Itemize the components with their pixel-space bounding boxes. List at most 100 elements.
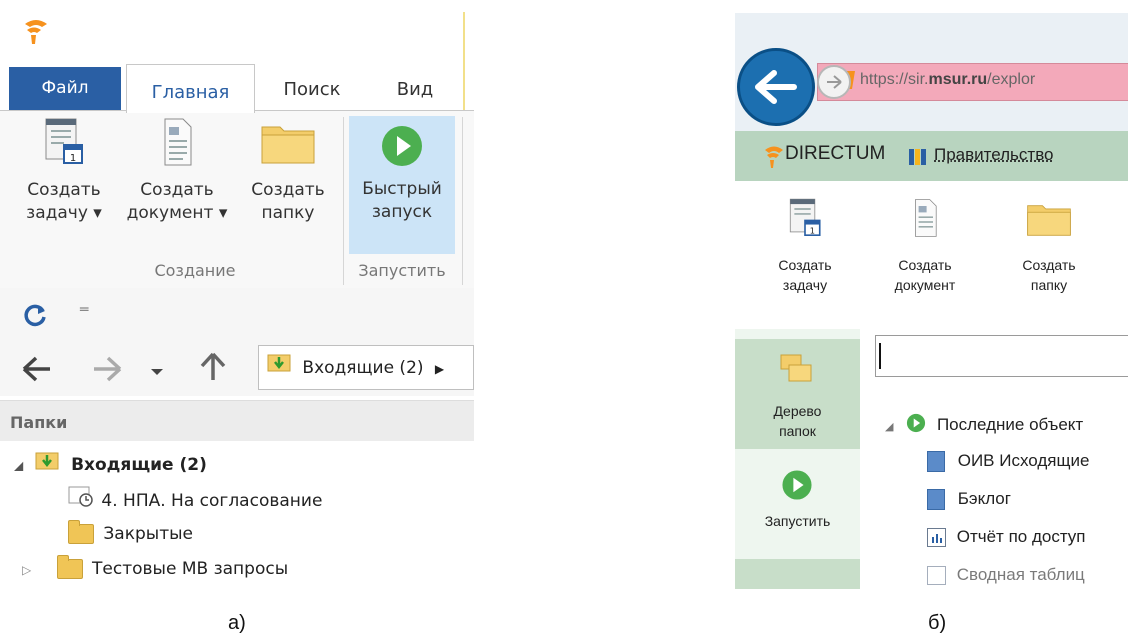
inbox-folder-icon	[35, 450, 59, 479]
tab-view[interactable]: Вид	[372, 67, 458, 110]
brand-name[interactable]: DIRECTUM	[785, 143, 885, 165]
web-create-folder-button[interactable]: Создать папку	[1009, 195, 1089, 295]
recent-objects-row[interactable]: ◢ Последние объект	[885, 413, 1083, 438]
caption-a: а)	[228, 612, 246, 634]
document-icon	[927, 451, 945, 473]
bar-chart-icon	[907, 145, 929, 171]
refresh-icon[interactable]	[22, 302, 48, 332]
text-cursor	[879, 343, 881, 369]
folder-tree-icon	[779, 351, 815, 391]
tree-item-closed-label: Закрытые	[103, 524, 193, 544]
report-icon	[927, 566, 946, 586]
create-task-label-2: задачу ▾	[26, 203, 102, 223]
quick-run-button[interactable]: Быстрый запуск	[349, 116, 455, 254]
expand-icon[interactable]: ▷	[22, 563, 31, 577]
task-calendar-icon: 1	[10, 117, 118, 179]
list-item[interactable]: Отчёт по доступ	[927, 527, 1086, 548]
svg-text:1: 1	[810, 226, 815, 236]
search-input[interactable]	[875, 335, 1128, 377]
folder-tree-tile[interactable]: Дерево папок	[735, 339, 860, 449]
web-create-folder-label-2: папку	[1030, 277, 1068, 293]
address-text: Входящие (2)	[302, 357, 424, 378]
ribbon: 1 Создать задачу ▾ Создать документ ▾ Со…	[0, 110, 474, 290]
play-icon	[349, 116, 455, 178]
document-icon	[885, 195, 965, 255]
left-nav-tile[interactable]	[735, 559, 860, 589]
web-create-task-button[interactable]: 1 Создать задачу	[765, 195, 845, 295]
inbox-folder-icon	[267, 346, 291, 389]
url-domain: msur.ru	[928, 71, 988, 88]
folders-header-label: Папки	[10, 413, 68, 432]
tree-item-closed[interactable]: Закрытые	[68, 520, 193, 548]
group-run-label: Запустить	[358, 261, 446, 280]
folder-tree-label-1: Дерево	[773, 403, 822, 419]
web-create-task-label-1: Создать	[778, 257, 832, 273]
run-tile-label[interactable]: Запустить	[735, 511, 860, 531]
breadcrumb-arrow-icon[interactable]: ▶	[435, 362, 444, 376]
tab-home[interactable]: Главная	[126, 64, 255, 113]
caption-b: б)	[928, 612, 947, 634]
web-create-document-label-2: документ	[894, 277, 956, 293]
document-icon	[120, 117, 234, 179]
list-item[interactable]: Сводная таблиц	[927, 565, 1085, 586]
folders-header: Папки	[0, 400, 474, 441]
folder-icon	[240, 117, 336, 179]
task-calendar-icon: 1	[765, 195, 845, 255]
create-document-label-2: документ ▾	[126, 203, 228, 223]
directum-logo-icon	[22, 18, 50, 50]
web-create-document-label-1: Создать	[898, 257, 952, 273]
browser-forward-button[interactable]	[817, 65, 851, 99]
folder-tree-label: Дерево папок	[735, 401, 860, 441]
url-text: https://sir.msur.ru/explor	[860, 71, 1035, 89]
folder-icon	[56, 555, 83, 579]
directum-logo-icon	[763, 145, 785, 173]
address-bar[interactable]: Входящие (2) ▶	[258, 345, 474, 390]
url-path: /explor	[987, 71, 1036, 88]
tab-file[interactable]: Файл	[9, 67, 121, 110]
list-item[interactable]: ОИВ Исходящие	[927, 451, 1090, 473]
tree-item-inbox[interactable]: ◢ Входящие (2)	[14, 450, 207, 480]
folder-clock-icon	[68, 485, 94, 516]
customize-toolbar-icon[interactable]: ═	[80, 302, 88, 318]
recent-objects-label: Последние объект	[936, 414, 1084, 434]
url-plain: https://sir.	[860, 71, 929, 88]
web-create-task-label-2: задачу	[782, 277, 828, 293]
back-arrow-icon[interactable]	[22, 356, 52, 386]
create-folder-button[interactable]: Создать папку	[240, 117, 336, 225]
quick-run-label-2: запуск	[371, 202, 433, 222]
tab-search[interactable]: Поиск	[262, 67, 362, 110]
document-icon	[927, 489, 945, 511]
create-task-button[interactable]: 1 Создать задачу ▾	[10, 117, 118, 225]
web-create-folder-label-1: Создать	[1022, 257, 1076, 273]
up-arrow-icon[interactable]	[200, 352, 226, 386]
svg-text:1: 1	[70, 153, 76, 164]
tree-item-test-label: Тестовые МВ запросы	[92, 559, 289, 579]
government-link[interactable]: Правительство	[934, 145, 1054, 165]
create-folder-label-2: папку	[261, 203, 315, 223]
group-separator-2	[462, 117, 463, 285]
web-create-document-button[interactable]: Создать документ	[885, 195, 965, 295]
list-item-label: ОИВ Исходящие	[957, 451, 1090, 470]
forward-arrow-icon[interactable]	[92, 356, 122, 386]
tree-item-inbox-label: Входящие (2)	[71, 454, 207, 475]
history-dropdown-icon[interactable]	[150, 362, 164, 381]
create-document-button[interactable]: Создать документ ▾	[120, 117, 234, 225]
create-task-label-1: Создать	[27, 180, 101, 200]
folder-icon	[68, 520, 94, 544]
list-item-label: Сводная таблиц	[956, 565, 1085, 584]
play-icon	[906, 413, 926, 438]
quick-run-label-1: Быстрый	[362, 179, 442, 199]
collapse-icon[interactable]: ◢	[885, 421, 893, 433]
tree-item-npa[interactable]: 4. НПА. На согласование	[68, 485, 322, 516]
tree-item-test[interactable]: ▷ Тестовые МВ запросы	[22, 555, 288, 584]
list-item[interactable]: Бэклог	[927, 489, 1011, 511]
ribbon-tabs: Файл Главная Поиск Вид	[0, 62, 474, 113]
tree-item-npa-label: 4. НПА. На согласование	[101, 490, 323, 511]
desktop-client-panel: Файл Главная Поиск Вид 1 Создать задачу	[0, 0, 474, 588]
list-item-label: Отчёт по доступ	[956, 527, 1086, 546]
run-tile-play-icon[interactable]	[781, 469, 813, 505]
collapse-icon[interactable]: ◢	[14, 459, 23, 473]
group-separator	[343, 117, 344, 285]
browser-back-button[interactable]	[737, 48, 815, 126]
web-ribbon: 1 Создать задачу Создать документ Создат…	[735, 181, 1128, 329]
